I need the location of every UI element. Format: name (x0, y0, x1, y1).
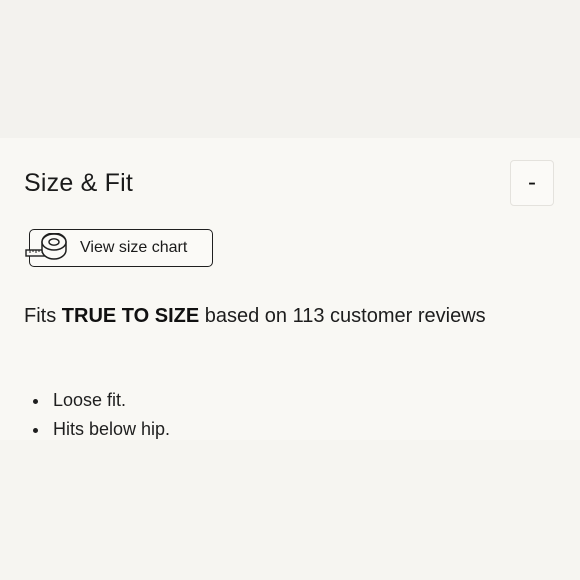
fit-summary-suffix: based on 113 customer reviews (199, 305, 486, 327)
view-size-chart-button[interactable]: View size chart (25, 229, 213, 267)
fit-notes-list: Loose fit. Hits below hip. (33, 386, 170, 444)
fit-note-item: Loose fit. (33, 386, 170, 415)
product-details-page: Size & Fit - View size chart Fits TRUE T… (0, 0, 580, 580)
size-chart-label: View size chart (80, 239, 188, 256)
measuring-tape-icon (25, 233, 67, 260)
page-background-bottom (0, 440, 580, 580)
fit-verdict: TRUE TO SIZE (61, 305, 200, 327)
collapse-section-button[interactable]: - (510, 160, 554, 206)
size-and-fit-section: Size & Fit - View size chart Fits TRUE T… (0, 138, 580, 439)
page-background-top (0, 0, 580, 138)
fit-summary-prefix: Fits (24, 305, 62, 327)
fit-summary: Fits TRUE TO SIZE based on 113 customer … (24, 304, 486, 328)
section-title: Size & Fit (24, 169, 133, 197)
